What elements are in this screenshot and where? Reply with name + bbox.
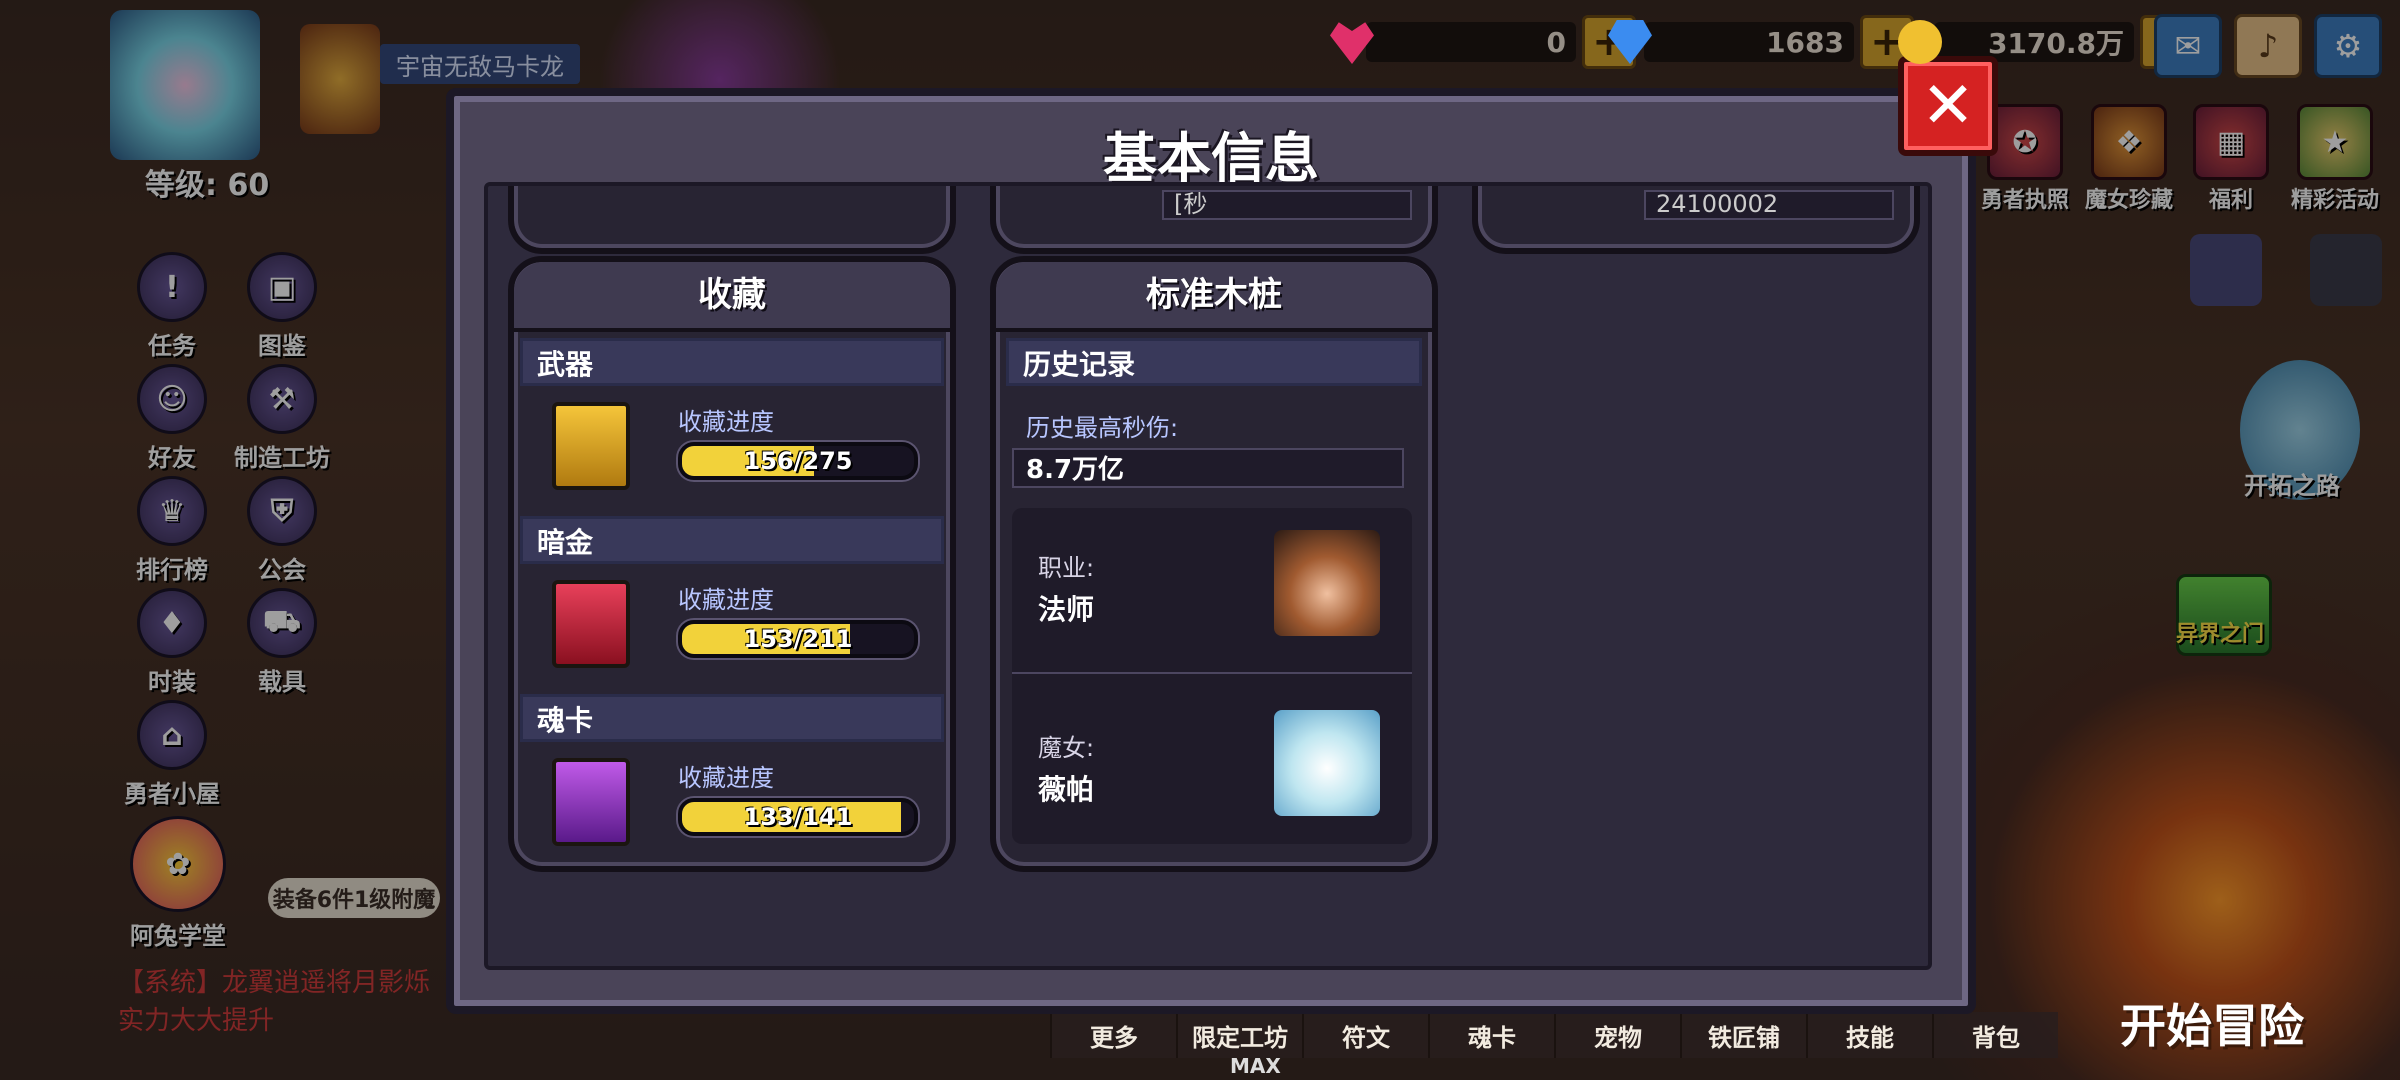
- mage-portrait-icon: [1274, 530, 1380, 636]
- section-soul-cards: 魂卡: [520, 694, 944, 742]
- divider: [1012, 672, 1412, 674]
- progress-text: 153/211: [743, 625, 853, 653]
- class-label: 职业:: [1038, 554, 1095, 582]
- partial-card: [秒: [990, 186, 1438, 254]
- tab-backpack[interactable]: 背包: [1932, 1012, 2058, 1058]
- collection-card: 收藏 武器 收藏进度 156/275 暗金 收藏进度 153/211 魂卡 收藏…: [508, 256, 956, 872]
- progress-label: 收藏进度: [678, 764, 774, 792]
- max-dps-label: 历史最高秒伤:: [1026, 414, 1179, 442]
- witch-portrait-icon: [1274, 710, 1380, 816]
- training-dummy-card: 标准木桩 历史记录 历史最高秒伤: 8.7万亿 职业: 法师 魔女: 薇帕: [990, 256, 1438, 872]
- partial-value: [秒: [1162, 190, 1412, 220]
- max-label: MAX: [1230, 1054, 1281, 1078]
- basic-info-dialog: 基本信息 [秒 24100002 收藏 武器 收藏进度 156/275 暗金 收…: [446, 88, 1976, 1014]
- start-adventure-button[interactable]: 开始冒险: [2120, 990, 2304, 1056]
- section-dark-gold: 暗金: [520, 516, 944, 564]
- close-button[interactable]: ✕: [1898, 56, 1998, 156]
- tab-pets[interactable]: 宠物: [1554, 1012, 1680, 1058]
- progress-label: 收藏进度: [678, 408, 774, 436]
- bottom-nav: 更多 限定工坊 符文 魂卡 宠物 铁匠铺 技能 背包: [1050, 1012, 2058, 1058]
- partial-card: 24100002: [1472, 186, 1920, 254]
- progress-text: 133/141: [743, 803, 853, 831]
- tab-more[interactable]: 更多: [1050, 1012, 1176, 1058]
- dark-gold-progress-bar: 153/211: [678, 620, 918, 658]
- witch-label: 魔女:: [1038, 734, 1095, 762]
- dummy-title: 标准木桩: [996, 262, 1432, 332]
- collection-title: 收藏: [514, 262, 950, 332]
- partial-value: 24100002: [1644, 190, 1894, 220]
- soul-card-book-icon: [552, 758, 630, 846]
- witch-value: 薇帕: [1038, 773, 1095, 806]
- tab-limited-workshop[interactable]: 限定工坊: [1176, 1012, 1302, 1058]
- max-dps-value: 8.7万亿: [1012, 448, 1404, 488]
- section-weapons: 武器: [520, 338, 944, 386]
- partial-card: [508, 186, 956, 254]
- tab-soul-cards[interactable]: 魂卡: [1428, 1012, 1554, 1058]
- character-info-box: 职业: 法师 魔女: 薇帕: [1012, 508, 1412, 844]
- dialog-scroll-content[interactable]: [秒 24100002 收藏 武器 收藏进度 156/275 暗金 收藏进度 1…: [484, 182, 1932, 970]
- gold-coin-icon: [1898, 20, 1942, 64]
- tab-runes[interactable]: 符文: [1302, 1012, 1428, 1058]
- weapon-progress-bar: 156/275: [678, 442, 918, 480]
- dark-gold-book-icon: [552, 580, 630, 668]
- history-header: 历史记录: [1006, 338, 1422, 386]
- tab-skills[interactable]: 技能: [1806, 1012, 1932, 1058]
- tab-blacksmith[interactable]: 铁匠铺: [1680, 1012, 1806, 1058]
- progress-text: 156/275: [743, 447, 853, 475]
- soul-card-progress-bar: 133/141: [678, 798, 918, 836]
- weapon-book-icon: [552, 402, 630, 490]
- progress-label: 收藏进度: [678, 586, 774, 614]
- class-value: 法师: [1038, 593, 1095, 626]
